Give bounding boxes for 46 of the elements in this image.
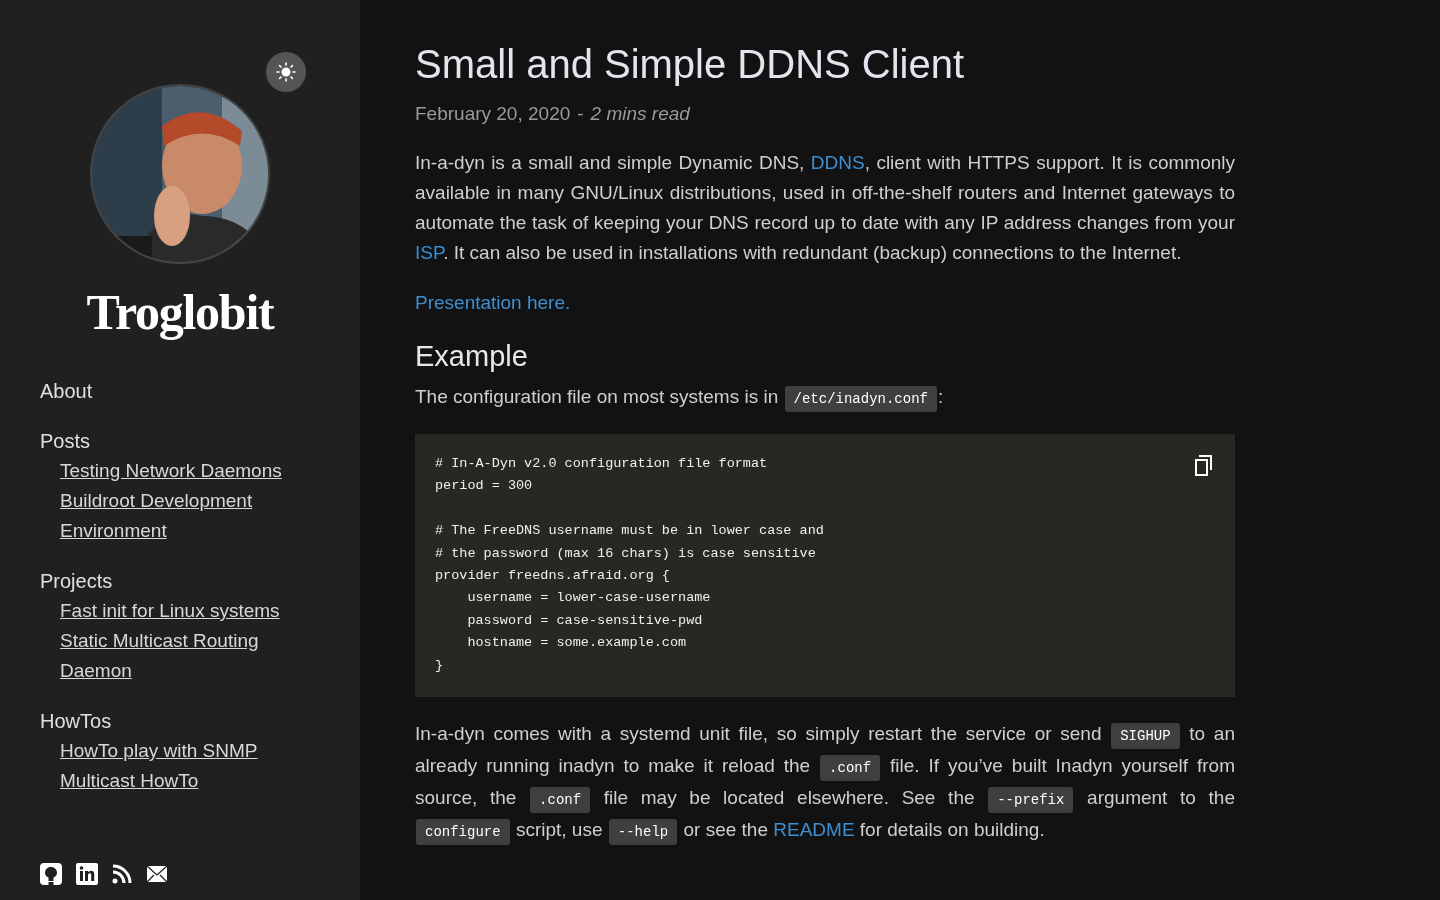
inline-code: SIGHUP <box>1111 722 1180 749</box>
read-time: 2 mins read <box>590 102 690 126</box>
inline-code: .conf <box>820 754 881 781</box>
inline-code: .conf <box>530 786 591 813</box>
code-line: provider freedns.afraid.org { <box>435 566 670 585</box>
nav-link[interactable]: Projects <box>40 566 320 596</box>
code-line: # the password (max 16 chars) is case sensitive <box>435 544 816 563</box>
linkedin-icon[interactable] <box>76 863 98 885</box>
theme-toggle-button[interactable] <box>266 52 306 92</box>
code-line: hostname = some.example.com <box>466 634 687 653</box>
paragraph: In-a-dyn is a small and simple Dynamic DNS, DDNS, client with HTTPS support. It is commonly available in many GNU/Linux distributions, used in off-the-shelf routers and Internet gateways to automate the task of keeping your DNS record up to date with any IP address changes from your ISP. It can also be used in installations with redundant (backup) connections to the Internet. <box>415 151 1235 265</box>
link[interactable]: ISP <box>415 242 444 263</box>
inline-code: configure <box>416 818 510 845</box>
section-heading: Example <box>415 339 529 374</box>
code-line: # In-A-Dyn v2.0 configuration file format <box>435 455 768 473</box>
nav-sublink[interactable]: Multicast HowTo <box>60 766 199 796</box>
nav-link[interactable]: HowTos <box>40 706 320 736</box>
code-line: } <box>435 656 444 675</box>
sun-icon <box>276 62 296 82</box>
post-date: February 20, 2020 <box>415 102 571 126</box>
paragraph: The configuration file on most systems is in /etc/inadyn.conf : <box>415 382 1235 414</box>
site-title: Troglobit <box>85 283 276 342</box>
inline-code: --help <box>608 818 678 845</box>
nav-sublink[interactable]: HowTo play with SNMP <box>60 736 258 766</box>
paragraph: In-a-dyn comes with a systemd unit file, so simply restart the service or send SIGHUP to an already running inadyn to make it reload the .conf file. If you’ve built Inadyn yourself from source, the .conf file may be located elsewhere. See the --prefix argument to the configure script, use --help or see the README for details on building. <box>415 718 1235 847</box>
code-line: period = 300 <box>435 477 533 496</box>
link[interactable]: Presentation here. <box>415 292 571 313</box>
copy-button[interactable] <box>1195 455 1213 476</box>
link[interactable]: README <box>773 818 855 840</box>
nav-link[interactable]: Posts <box>40 426 320 456</box>
inline-code: /etc/inadyn.conf <box>784 386 937 412</box>
code-line: # The FreeDNS username must be in lower case and <box>435 522 824 541</box>
rss-icon[interactable] <box>112 864 132 884</box>
copy-icon <box>1195 455 1213 476</box>
link[interactable]: DDNS <box>810 152 865 173</box>
email-icon[interactable] <box>146 865 168 883</box>
nav-sublink[interactable]: Fast init for Linux systems <box>60 596 280 626</box>
code-line: username = lower-case-username <box>466 589 711 608</box>
inline-code: --prefix <box>988 786 1074 813</box>
nav-link[interactable]: About <box>40 376 320 406</box>
nav-sublink[interactable]: Static Multicast Routing Daemon <box>60 626 310 686</box>
nav-sublink[interactable]: Testing Network Daemons <box>60 456 282 486</box>
nav-sublink[interactable]: Buildroot Development Environment <box>60 486 310 546</box>
separator: - <box>577 102 584 126</box>
code-line: password = case-sensitive-pwd <box>466 611 703 630</box>
post-title: Small and Simple DDNS Client <box>415 41 966 88</box>
